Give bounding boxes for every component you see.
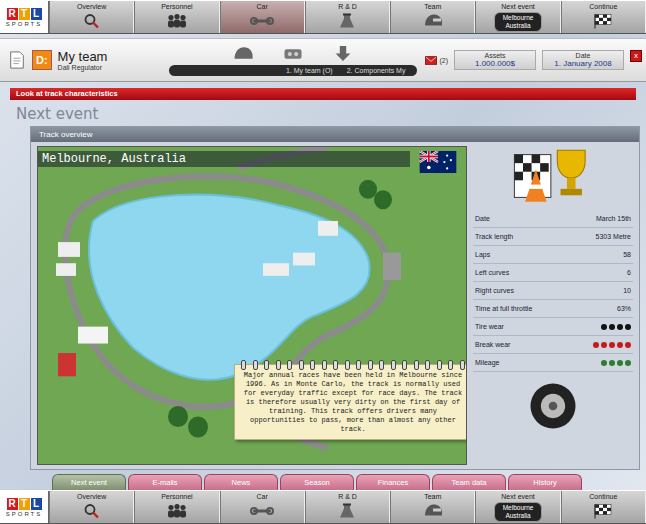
tab[interactable]: E-mails	[128, 474, 202, 490]
wear-meter	[601, 324, 631, 330]
tire-icon	[527, 380, 579, 432]
wear-meter	[593, 342, 631, 348]
download-icon[interactable]	[330, 45, 356, 62]
checkered-flag-icon	[591, 12, 615, 29]
wear-mark	[609, 342, 615, 348]
wear-mark	[601, 360, 607, 366]
track-map: Melbourne, Australia Major annual races …	[37, 146, 467, 465]
team-strip: 1. My team (O) 2. Components My	[169, 65, 418, 76]
australia-flag-icon	[418, 151, 458, 173]
people-icon	[165, 502, 189, 519]
nav-item[interactable]: Next event MelbourneAustralia	[475, 1, 560, 33]
nav-item[interactable]: Continue	[561, 1, 646, 33]
research-icon	[335, 502, 359, 519]
helmet-icon[interactable]	[230, 45, 256, 62]
wear-mark	[601, 342, 607, 348]
tab[interactable]: Team data	[432, 474, 506, 490]
wear-mark	[601, 324, 607, 330]
team-logo: D:	[32, 50, 52, 70]
tab-bar: Next eventE-mailsNewsSeasonFinancesTeam …	[0, 474, 646, 490]
wear-mark	[625, 324, 631, 330]
nav-item[interactable]: Personnel	[134, 491, 219, 523]
mail[interactable]: (2)	[425, 56, 448, 65]
assets: Assets 1.000.000$	[454, 50, 536, 70]
next-event-pill: MelbourneAustralia	[494, 502, 543, 522]
wear-mark	[625, 342, 631, 348]
track-stats: Date March 15thTrack length 5303 MetreLa…	[471, 146, 635, 465]
tab[interactable]: Season	[280, 474, 354, 490]
wear-mark	[617, 360, 623, 366]
nav-item[interactable]: Overview	[49, 1, 134, 33]
stat-row: Tire wear	[473, 318, 633, 336]
nav-item[interactable]: Team	[390, 1, 475, 33]
helmet-icon	[421, 502, 445, 519]
nav-item[interactable]: R & D	[305, 491, 390, 523]
next-event-pill: MelbourneAustralia	[494, 12, 543, 32]
track-note: Major annual races have been held in Mel…	[234, 364, 467, 440]
bottom-nav: RTL SPORTS Overview Personnel Car R & D …	[0, 490, 646, 524]
nav-item[interactable]: Car	[220, 491, 305, 523]
game-screen: RTL SPORTS Overview Personnel Car R & D …	[0, 0, 646, 524]
section-bar: Look at track characteristics	[10, 88, 636, 100]
nav-item[interactable]: Continue	[561, 491, 646, 523]
magnifier-icon	[80, 12, 104, 29]
wear-mark	[609, 324, 615, 330]
tab[interactable]: Next event	[52, 474, 126, 490]
tab[interactable]: History	[508, 474, 582, 490]
engine-icon[interactable]	[280, 45, 306, 62]
stat-row: Break wear	[473, 336, 633, 354]
stat-row: Laps 58	[473, 246, 633, 264]
nav-item[interactable]: Team	[390, 491, 475, 523]
stat-row: Left curves 6	[473, 264, 633, 282]
wear-mark	[617, 342, 623, 348]
stat-row: Date March 15th	[473, 210, 633, 228]
rtl-logo: RTL SPORTS	[0, 491, 49, 523]
rtl-logo: RTL SPORTS	[0, 1, 49, 33]
date: Date 1. January 2008	[542, 50, 624, 70]
wear-mark	[609, 360, 615, 366]
stat-row: Mileage	[473, 354, 633, 372]
nav-item[interactable]: R & D	[305, 1, 390, 33]
panel-title: Track overview	[31, 127, 639, 142]
mail-icon	[425, 56, 437, 65]
document-icon	[8, 49, 26, 71]
spiral-binding	[241, 360, 465, 370]
top-nav: RTL SPORTS Overview Personnel Car R & D …	[0, 0, 646, 34]
research-icon	[335, 12, 359, 29]
map-title: Melbourne, Australia	[38, 151, 410, 167]
section-title: Next event	[16, 104, 646, 124]
nav-item[interactable]: Personnel	[134, 1, 219, 33]
tab[interactable]: News	[204, 474, 278, 490]
wrench-icon	[250, 12, 274, 29]
wear-meter	[601, 360, 631, 366]
team-subtitle: Dali Regulator	[58, 64, 108, 71]
strip-item[interactable]: 2. Components My	[347, 67, 406, 74]
track-panel: Track overview Melbourne, Australia Majo…	[30, 126, 640, 470]
nav-item[interactable]: Next event MelbourneAustralia	[475, 491, 560, 523]
wear-mark	[593, 342, 599, 348]
close-button[interactable]: x	[630, 50, 642, 62]
wear-mark	[617, 324, 623, 330]
helmet-icon	[421, 12, 445, 29]
team-bar: D: My team Dali Regulator 1. My team (O)…	[0, 38, 646, 82]
tab[interactable]: Finances	[356, 474, 430, 490]
people-icon	[165, 12, 189, 29]
stat-row: Track length 5303 Metre	[473, 228, 633, 246]
wrench-icon	[250, 502, 274, 519]
trophy-icon	[508, 146, 598, 206]
checkered-flag-icon	[591, 502, 615, 519]
team-title: My team	[58, 49, 108, 64]
magnifier-icon	[80, 502, 104, 519]
stat-row: Right curves 10	[473, 282, 633, 300]
wear-mark	[625, 360, 631, 366]
nav-item[interactable]: Car	[220, 1, 305, 33]
stat-row: Time at full throttle 63%	[473, 300, 633, 318]
nav-item[interactable]: Overview	[49, 491, 134, 523]
strip-item[interactable]: 1. My team (O)	[286, 67, 333, 74]
